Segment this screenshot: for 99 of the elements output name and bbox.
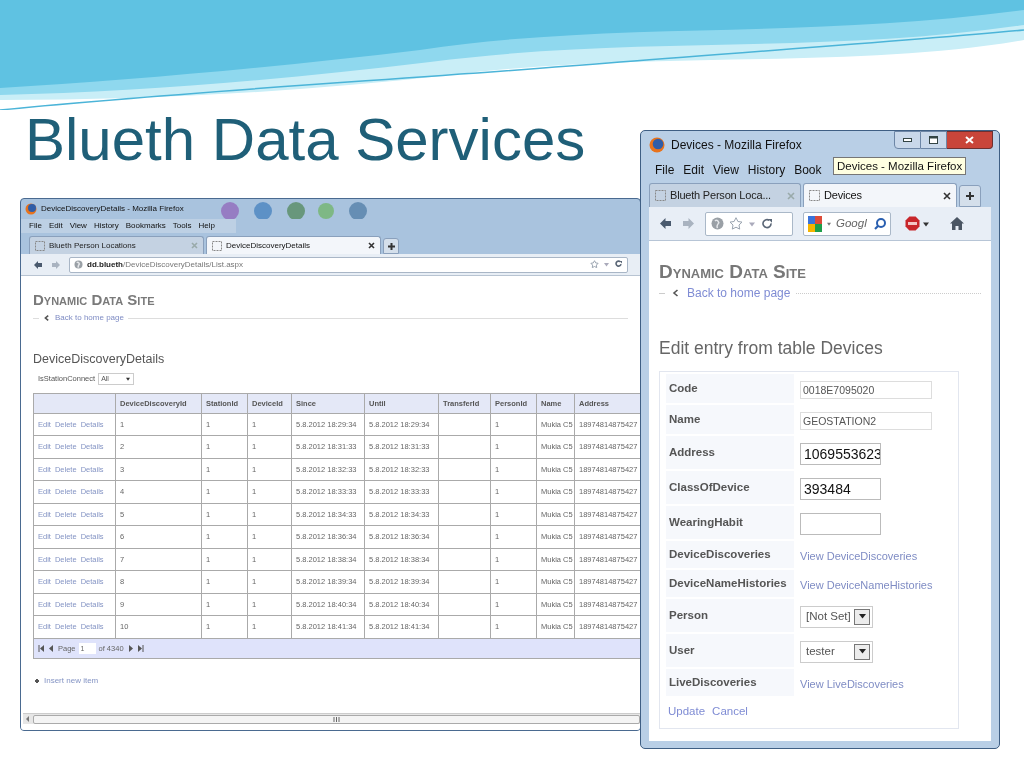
page-icon	[212, 240, 222, 251]
last-page-icon[interactable]	[136, 644, 144, 652]
back-link[interactable]: Back to home page	[687, 284, 791, 302]
page-icon	[809, 190, 820, 201]
firefox-icon	[649, 137, 665, 153]
field-label: Address	[666, 436, 794, 470]
back-icon[interactable]	[659, 217, 672, 230]
search-placeholder: Googl	[836, 215, 868, 231]
firefox-icon	[25, 203, 37, 215]
home-icon[interactable]	[950, 217, 964, 230]
site-title: Dynamic Data Site	[659, 260, 807, 284]
caret-icon[interactable]	[125, 375, 132, 382]
menu-item[interactable]: View	[713, 161, 739, 179]
browser-tab[interactable]: Blueth Person Locations	[29, 236, 204, 254]
tab-label: Devices	[824, 188, 863, 204]
first-page-icon[interactable]	[38, 644, 45, 652]
close-icon[interactable]	[368, 242, 375, 249]
field-label: WearingHabit	[666, 506, 794, 540]
caret-icon	[858, 614, 866, 620]
tooltip: Devices - Mozilla Firefox	[833, 157, 967, 175]
previous-page-icon[interactable]	[48, 644, 55, 652]
menu-item[interactable]: File	[655, 161, 675, 179]
dropdown-button[interactable]	[854, 608, 870, 625]
dropdown-caret-icon[interactable]	[826, 220, 832, 227]
menu-item[interactable]: Bookmarks	[125, 220, 166, 232]
tab-label: Blueth Person Locations	[49, 239, 137, 252]
address-bar[interactable]	[705, 211, 793, 236]
slide-title: Blueth Data Services	[25, 105, 586, 175]
field-label: LiveDiscoveries	[666, 669, 794, 697]
stop-sign-icon[interactable]	[905, 216, 920, 231]
site-title: Dynamic Data Site	[33, 291, 156, 309]
search-field[interactable]: Googl	[803, 211, 891, 236]
field-label: ClassOfDevice	[666, 471, 794, 505]
window-title: Devices - Mozilla Firefox	[671, 137, 802, 154]
caret-icon[interactable]	[922, 219, 930, 228]
star-icon[interactable]	[590, 260, 599, 269]
grip-icon	[333, 716, 340, 722]
page-icon	[655, 190, 666, 201]
menu-item[interactable]: Help	[198, 220, 215, 232]
google-icon	[808, 215, 822, 232]
close-button[interactable]	[947, 131, 993, 149]
close-icon[interactable]	[943, 191, 951, 200]
caret-icon	[858, 649, 866, 655]
reload-icon[interactable]	[614, 260, 623, 269]
dropdown-field[interactable]: [Not Set]	[800, 605, 873, 628]
menu-item[interactable]: Book	[794, 161, 822, 179]
minimize-icon	[903, 138, 912, 142]
tab-label: Blueth Person Loca...	[670, 188, 772, 204]
chevron-left-icon	[43, 314, 51, 322]
browser-tab[interactable]: DeviceDiscoveryDetails	[206, 236, 381, 254]
back-icon[interactable]	[33, 259, 43, 270]
field-label: Name	[666, 405, 794, 435]
chevron-left-icon	[671, 288, 681, 298]
view-link[interactable]: View DeviceNameHistories	[800, 576, 933, 593]
menu-item[interactable]: History	[747, 161, 786, 179]
star-icon[interactable]	[729, 216, 743, 231]
globe-icon	[74, 260, 83, 269]
browser-tab[interactable]: Blueth Person Loca...	[649, 183, 801, 207]
browser-tab[interactable]: Devices	[803, 183, 957, 207]
tab-label: DeviceDiscoveryDetails	[226, 239, 312, 252]
search-icon[interactable]	[874, 217, 886, 230]
menu-item[interactable]: Edit	[683, 161, 705, 179]
new-tab-button[interactable]	[383, 238, 399, 254]
field-label: Person	[666, 599, 794, 633]
menu-item[interactable]: File	[29, 220, 42, 232]
field-label: User	[666, 634, 794, 668]
next-page-icon[interactable]	[126, 644, 134, 652]
field-label: Code	[666, 374, 794, 404]
minimize-button[interactable]	[894, 131, 921, 149]
text-field[interactable]	[800, 512, 881, 535]
form-link[interactable]: Cancel	[712, 702, 748, 720]
page-heading: DeviceDiscoveryDetails	[33, 351, 166, 368]
page-heading: Edit entry from table Devices	[659, 337, 884, 360]
text-field[interactable]: 393484	[800, 477, 881, 500]
dropdown-button[interactable]	[854, 643, 870, 660]
menu-item[interactable]: Edit	[48, 220, 63, 232]
new-tab-button[interactable]	[959, 185, 981, 207]
field-label: DeviceNameHistories	[666, 570, 794, 598]
form-link[interactable]: Update	[668, 702, 706, 720]
view-link[interactable]: View DeviceDiscoveries	[800, 547, 918, 564]
menu-item[interactable]: Tools	[172, 220, 192, 232]
maximize-button[interactable]	[921, 131, 947, 149]
reload-icon[interactable]	[761, 217, 773, 230]
field-label: DeviceDiscoveries	[666, 541, 794, 569]
view-link[interactable]: View LiveDiscoveries	[800, 675, 904, 692]
menu-item[interactable]: View	[69, 220, 87, 232]
text-field[interactable]: GEOSTATION2	[800, 411, 932, 430]
maximize-icon	[929, 136, 938, 144]
insert-link[interactable]: Insert new item	[44, 674, 99, 687]
url-text: dd.blueth/DeviceDiscoveryDetails/List.aspx	[87, 258, 245, 271]
close-icon	[965, 136, 974, 144]
address-bar[interactable]: dd.blueth/DeviceDiscoveryDetails/List.aspx	[69, 256, 628, 273]
back-link[interactable]: Back to home page	[55, 312, 124, 324]
dropdown-field[interactable]: tester	[800, 640, 873, 663]
text-field[interactable]: 0018E7095020	[800, 380, 932, 399]
menu-item[interactable]: History	[93, 220, 119, 232]
page-icon	[35, 240, 45, 251]
globe-icon	[711, 217, 724, 230]
window-title: DeviceDiscoveryDetails - Mozilla Firefox	[41, 203, 184, 215]
